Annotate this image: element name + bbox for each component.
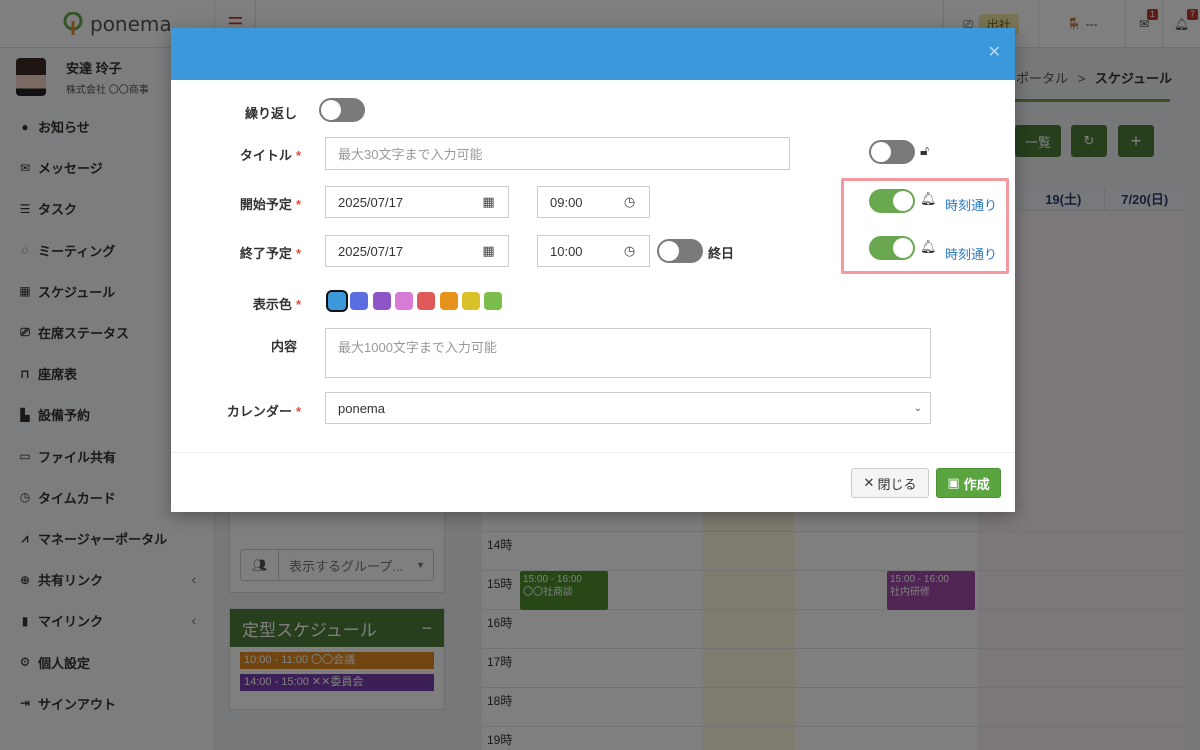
close-icon: ✕ [863,475,875,490]
save-icon: ▣ [947,475,960,490]
all-day-toggle[interactable] [657,239,703,263]
color-swatch[interactable] [461,292,480,310]
create-button-label: 作成 [963,476,990,492]
content-label: 内容 [270,339,297,354]
start-date-input[interactable]: 2025/07/17 [325,186,470,218]
end-date-input[interactable]: 2025/07/17 [325,235,470,267]
color-swatch[interactable] [439,292,458,310]
color-label-text: 表示色 [252,297,292,312]
required-mark: * [295,197,301,212]
start-label-text: 開始予定 [239,197,292,212]
color-swatch[interactable] [350,292,369,310]
highlight-frame [841,178,1009,274]
calendar-label-text: カレンダー [226,404,292,419]
toggle-knob [659,241,679,261]
end-label: 終了予定 * [211,243,301,262]
repeat-label: 繰り返し [244,106,297,121]
toggle-knob [871,142,891,162]
calendar-select-value: ponema [338,400,385,416]
required-mark: * [295,246,301,261]
close-icon[interactable]: ✕ [988,42,1001,62]
clock-icon[interactable]: ◷ [610,186,650,218]
private-toggle[interactable] [869,140,915,164]
title-label: タイトル * [211,145,301,164]
title-input[interactable]: 最大30文字まで入力可能 [325,137,790,170]
end-time-input[interactable]: 10:00 [537,235,611,267]
clock-icon[interactable]: ◷ [610,235,650,267]
modal-footer: ✕ 閉じる ▣ 作成 [171,452,1015,512]
color-swatch[interactable] [328,292,346,310]
color-swatch[interactable] [417,292,436,310]
color-swatch[interactable] [394,292,413,310]
start-label: 開始予定 * [211,194,301,213]
title-label-text: タイトル [239,148,292,163]
color-swatch[interactable] [372,292,391,310]
calendar-select[interactable]: ponema ⌄ [325,392,931,424]
create-button[interactable]: ▣ 作成 [936,468,1001,498]
required-mark: * [295,148,301,163]
required-mark: * [295,404,301,419]
end-label-text: 終了予定 [239,246,292,261]
close-button-label: 閉じる [877,476,917,492]
schedule-create-modal: ✕ 繰り返し タイトル * 最大30文字まで入力可能 🔓︎ 開始予定 * 2025/… [171,28,1015,512]
modal-header: ✕ [171,28,1015,80]
color-swatch[interactable] [484,292,503,310]
close-button[interactable]: ✕ 閉じる [851,468,929,498]
unlock-icon: 🔓︎ [920,142,930,158]
content-textarea[interactable]: 最大1000文字まで入力可能 [325,328,931,378]
calendar-icon[interactable]: ▦ [469,235,509,267]
chevron-down-icon: ⌄ [913,402,922,414]
color-label: 表示色 * [211,294,301,313]
toggle-knob [321,100,341,120]
all-day-label: 終日 [708,246,735,261]
calendar-icon[interactable]: ▦ [469,186,509,218]
calendar-label: カレンダー * [211,401,301,420]
start-time-input[interactable]: 09:00 [537,186,611,218]
repeat-toggle[interactable] [319,98,365,122]
required-mark: * [295,297,301,312]
